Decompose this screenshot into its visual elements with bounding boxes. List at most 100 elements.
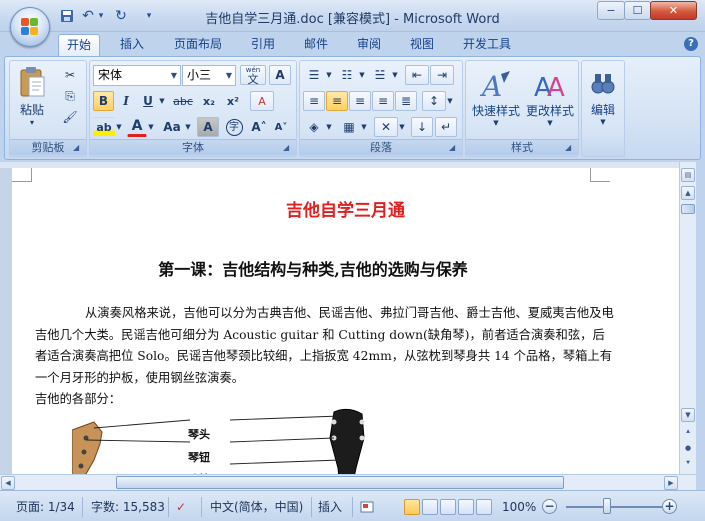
styles-launcher-icon[interactable]: ◢ xyxy=(565,143,575,153)
chinese-layout-icon[interactable]: ✕ xyxy=(374,117,398,137)
subscript-button[interactable]: x₂ xyxy=(198,91,220,111)
numbering-icon[interactable]: ☷ xyxy=(336,65,358,85)
multilevel-dropdown-icon[interactable]: ▼ xyxy=(391,65,399,85)
borders-icon[interactable]: ▦ xyxy=(338,117,360,137)
zoom-in-button[interactable]: + xyxy=(662,499,677,514)
full-screen-reading-view-icon[interactable] xyxy=(422,499,438,515)
underline-dropdown-icon[interactable]: ▼ xyxy=(158,91,166,111)
zoom-slider-track[interactable] xyxy=(566,506,662,508)
align-center-icon[interactable]: ≡ xyxy=(326,91,348,111)
font-name-combo[interactable]: 宋体 ▼ xyxy=(93,65,181,86)
insert-mode[interactable]: 插入 xyxy=(318,497,342,517)
tab-references[interactable]: 引用 xyxy=(243,34,283,56)
previous-page-icon[interactable]: ⯅ xyxy=(681,426,695,440)
strikethrough-button[interactable]: abc xyxy=(170,91,196,111)
zoom-level[interactable]: 100% xyxy=(502,497,536,517)
word-count[interactable]: 字数: 15,583 xyxy=(91,497,165,517)
tab-home[interactable]: 开始 xyxy=(58,34,100,56)
shading-icon[interactable]: ◈ xyxy=(303,117,325,137)
clipboard-launcher-icon[interactable]: ◢ xyxy=(73,143,83,153)
change-case-button[interactable]: Aa xyxy=(160,117,184,137)
shading-dropdown-icon[interactable]: ▼ xyxy=(325,117,333,137)
minimize-button[interactable]: − xyxy=(597,1,625,20)
scroll-up-icon[interactable]: ▲ xyxy=(681,186,695,200)
show-marks-icon[interactable]: ↵ xyxy=(435,117,457,137)
document-area[interactable]: 吉他自学三月通 第一课：吉他结构与种类,吉他的选购与保养 从演奏风格来说，吉他可… xyxy=(0,162,679,474)
sort-icon[interactable]: ↓ xyxy=(411,117,433,137)
copy-icon[interactable]: ⎘ xyxy=(60,86,80,106)
align-left-icon[interactable]: ≡ xyxy=(303,91,325,111)
print-layout-view-icon[interactable] xyxy=(404,499,420,515)
bullets-icon[interactable]: ☰ xyxy=(303,65,325,85)
quick-styles-button[interactable]: A 快速样式 ▼ xyxy=(469,63,523,133)
grow-font-button[interactable]: A˄ xyxy=(248,117,270,137)
font-name-dropdown-icon[interactable]: ▼ xyxy=(168,66,180,85)
increase-indent-icon[interactable]: ⇥ xyxy=(430,65,454,85)
page-indicator[interactable]: 页面: 1/34 xyxy=(16,497,75,517)
paragraph-launcher-icon[interactable]: ◢ xyxy=(449,143,459,153)
office-button[interactable] xyxy=(10,7,50,47)
font-color-button[interactable]: A xyxy=(127,117,147,137)
font-launcher-icon[interactable]: ◢ xyxy=(283,143,293,153)
horizontal-scroll-thumb[interactable] xyxy=(116,476,564,489)
font-size-dropdown-icon[interactable]: ▼ xyxy=(223,66,235,85)
help-icon[interactable]: ? xyxy=(684,37,698,51)
close-button[interactable]: ✕ xyxy=(650,1,697,20)
borders-dropdown-icon[interactable]: ▼ xyxy=(360,117,368,137)
shrink-font-button[interactable]: A˅ xyxy=(270,117,292,137)
tab-review[interactable]: 审阅 xyxy=(349,34,389,56)
next-page-icon[interactable]: ⯆ xyxy=(681,457,695,471)
tab-developer[interactable]: 开发工具 xyxy=(457,34,517,56)
tab-mailings[interactable]: 邮件 xyxy=(296,34,336,56)
font-color-dropdown-icon[interactable]: ▼ xyxy=(147,117,155,137)
horizontal-scrollbar[interactable]: ◀ ▶ xyxy=(0,474,696,490)
maximize-button[interactable]: ☐ xyxy=(624,1,651,20)
ruler-toggle-icon[interactable]: ▤ xyxy=(681,168,695,182)
document-page[interactable]: 吉他自学三月通 第一课：吉他结构与种类,吉他的选购与保养 从演奏风格来说，吉他可… xyxy=(12,168,679,474)
justify-icon[interactable]: ≡ xyxy=(372,91,394,111)
format-painter-icon[interactable]: 🖌 xyxy=(60,107,80,127)
distributed-icon[interactable]: ≣ xyxy=(395,91,417,111)
clear-formatting-button[interactable]: A xyxy=(250,91,274,111)
decrease-indent-icon[interactable]: ⇤ xyxy=(405,65,429,85)
select-browse-object-icon[interactable]: ● xyxy=(681,442,695,456)
line-spacing-icon[interactable]: ↕ xyxy=(422,91,446,111)
scroll-right-icon[interactable]: ▶ xyxy=(664,476,678,490)
italic-button[interactable]: I xyxy=(116,91,136,111)
zoom-slider-thumb[interactable] xyxy=(603,498,611,514)
bullets-dropdown-icon[interactable]: ▼ xyxy=(325,65,333,85)
align-right-icon[interactable]: ≡ xyxy=(349,91,371,111)
enclose-characters-button[interactable]: 字 xyxy=(223,117,245,137)
vertical-scroll-thumb[interactable] xyxy=(681,204,695,214)
change-styles-button[interactable]: A A 更改样式 ▼ xyxy=(524,63,576,133)
superscript-button[interactable]: x² xyxy=(222,91,244,111)
bold-button[interactable]: B xyxy=(93,91,114,111)
multilevel-list-icon[interactable]: ☱ xyxy=(369,65,391,85)
change-case-dropdown-icon[interactable]: ▼ xyxy=(184,117,192,137)
highlight-dropdown-icon[interactable]: ▼ xyxy=(115,117,123,137)
language-indicator[interactable]: 中文(简体，中国) xyxy=(210,497,303,517)
phonetic-guide-button[interactable]: wén 文 xyxy=(240,65,266,85)
character-shading-button[interactable]: A xyxy=(197,117,219,137)
character-border-button[interactable]: A xyxy=(269,65,291,85)
font-size-combo[interactable]: 小三 ▼ xyxy=(182,65,236,86)
outline-view-icon[interactable] xyxy=(458,499,474,515)
cut-icon[interactable]: ✂ xyxy=(60,65,80,85)
macro-record-icon[interactable] xyxy=(360,497,374,517)
scroll-left-icon[interactable]: ◀ xyxy=(1,476,15,490)
chinese-layout-dropdown-icon[interactable]: ▼ xyxy=(398,117,406,137)
web-layout-view-icon[interactable] xyxy=(440,499,456,515)
proofing-icon[interactable]: ✓ xyxy=(176,497,186,517)
tab-insert[interactable]: 插入 xyxy=(112,34,152,56)
paste-button[interactable]: 粘贴 ▾ xyxy=(14,63,50,129)
line-spacing-dropdown-icon[interactable]: ▼ xyxy=(446,91,454,111)
tab-page-layout[interactable]: 页面布局 xyxy=(168,34,228,56)
editing-button[interactable]: 编辑 ▼ xyxy=(585,63,621,133)
scroll-down-icon[interactable]: ▼ xyxy=(681,408,695,422)
highlight-button[interactable]: ab xyxy=(93,117,115,137)
tab-view[interactable]: 视图 xyxy=(402,34,442,56)
vertical-scrollbar[interactable]: ▤ ▲ ▼ ⯅ ● ⯆ xyxy=(679,162,696,474)
underline-button[interactable]: U xyxy=(138,91,158,111)
draft-view-icon[interactable] xyxy=(476,499,492,515)
numbering-dropdown-icon[interactable]: ▼ xyxy=(358,65,366,85)
